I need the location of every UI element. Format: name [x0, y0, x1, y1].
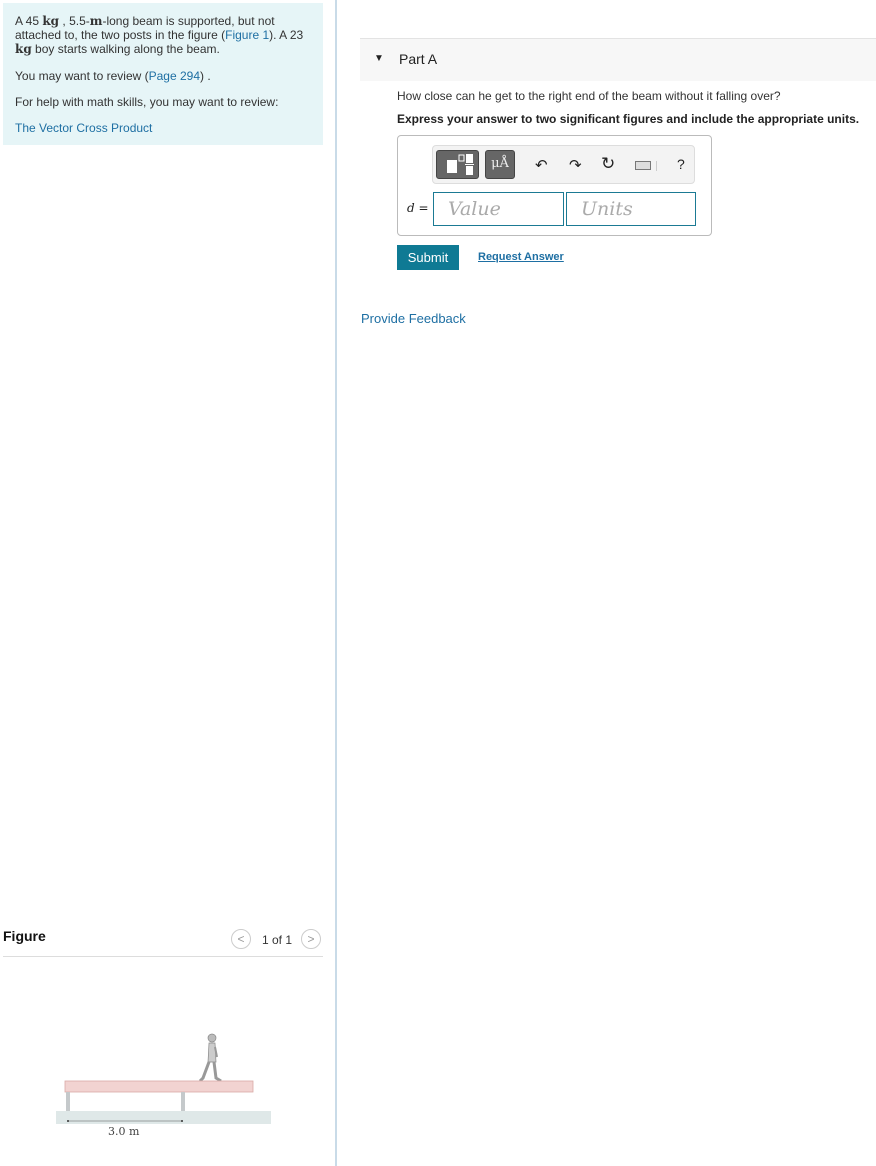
help-icon[interactable]: ?: [677, 156, 685, 172]
dimension-label: 3.0 m: [108, 1125, 140, 1138]
chevron-left-icon: <: [237, 932, 245, 946]
toolbar-separator: [656, 161, 657, 171]
boy-figure: [198, 1033, 222, 1083]
collapse-triangle-icon[interactable]: ▼: [374, 53, 384, 64]
undo-icon[interactable]: ↶: [535, 156, 548, 174]
instruction-text: Express your answer to two significant f…: [397, 112, 860, 126]
fraction-template-icon: [447, 154, 474, 175]
vector-cross-product-link[interactable]: The Vector Cross Product: [15, 121, 310, 135]
figure-pager: 1 of 1: [262, 933, 293, 947]
submit-button[interactable]: Submit: [397, 245, 459, 270]
variable-label: d =: [407, 201, 429, 215]
problem-text: A 45 kg , 5.5-m-long beam is supported, …: [15, 14, 304, 56]
units-button[interactable]: μÅ: [485, 150, 515, 179]
figure-link[interactable]: Figure 1: [225, 28, 269, 42]
beam-figure: [56, 1033, 271, 1124]
review-text: You may want to review (Page 294) .: [15, 69, 211, 83]
figure-divider: [3, 956, 323, 957]
beam: [64, 1080, 254, 1093]
value-input[interactable]: [433, 192, 564, 226]
math-toolbar: μÅ ↶ ↷ ↻ ?: [432, 145, 695, 184]
units-input[interactable]: [566, 192, 696, 226]
units-icon: μÅ: [491, 156, 509, 171]
part-a-header[interactable]: ▼ Part A: [360, 38, 876, 81]
right-post: [181, 1092, 185, 1111]
part-title: Part A: [399, 51, 438, 67]
keyboard-icon[interactable]: [635, 161, 651, 170]
chevron-right-icon: >: [307, 932, 315, 946]
panel-divider[interactable]: [335, 0, 337, 1166]
redo-icon[interactable]: ↷: [569, 156, 582, 174]
ground: [56, 1111, 271, 1124]
figure-header: Figure: [3, 928, 46, 944]
question-text: How close can he get to the right end of…: [397, 89, 781, 103]
page-link[interactable]: Page 294: [149, 69, 200, 83]
problem-statement: A 45 kg , 5.5-m-long beam is supported, …: [3, 3, 323, 145]
request-answer-link[interactable]: Request Answer: [478, 251, 564, 263]
reset-icon[interactable]: ↻: [601, 154, 615, 174]
next-figure-button[interactable]: >: [301, 929, 321, 949]
provide-feedback-link[interactable]: Provide Feedback: [361, 311, 466, 326]
prev-figure-button[interactable]: <: [231, 929, 251, 949]
templates-button[interactable]: [436, 150, 479, 179]
left-post: [66, 1092, 70, 1111]
math-help-text: For help with math skills, you may want …: [15, 95, 279, 109]
